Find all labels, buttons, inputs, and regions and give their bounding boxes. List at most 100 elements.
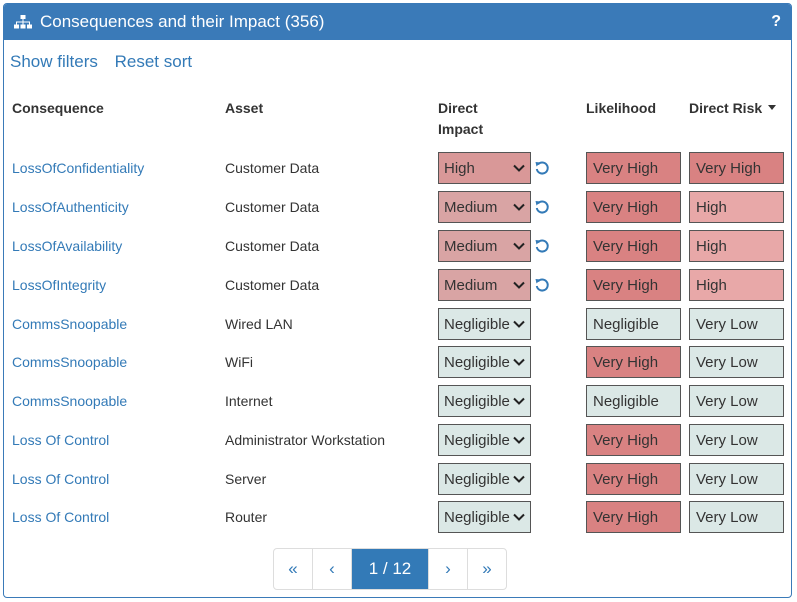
column-header-direct-impact-line1: Direct <box>438 100 478 116</box>
direct-risk-cell: Very Low <box>689 463 784 495</box>
asset-cell: Wired LAN <box>225 316 293 332</box>
table-row: LossOfAuthenticity Customer Data Medium Ver… <box>4 191 791 225</box>
consequence-link[interactable]: LossOfIntegrity <box>12 277 106 293</box>
show-filters-link[interactable]: Show filters <box>10 52 98 71</box>
undo-icon[interactable] <box>534 277 550 293</box>
table-row: CommsSnoopable Wired LAN Negligible Negligi… <box>4 308 791 342</box>
likelihood-cell: Negligible <box>586 385 681 417</box>
direct-impact-select[interactable]: Negligible <box>438 346 531 378</box>
undo-icon[interactable] <box>534 160 550 176</box>
next-page-button[interactable]: › <box>429 549 468 589</box>
direct-impact-select[interactable]: Medium <box>438 191 531 223</box>
direct-risk-cell: Very Low <box>689 308 784 340</box>
asset-cell: WiFi <box>225 354 253 370</box>
direct-impact-value: Negligible <box>444 470 510 488</box>
undo-icon[interactable] <box>534 238 550 254</box>
pagination: « ‹ 1 / 12 › » <box>273 548 507 590</box>
chevron-down-icon <box>513 475 525 483</box>
table-row: Loss Of Control Router Negligible Very High… <box>4 501 791 535</box>
direct-risk-cell: High <box>689 269 784 301</box>
direct-impact-select[interactable]: Negligible <box>438 463 531 495</box>
direct-impact-value: Medium <box>444 237 498 255</box>
direct-impact-select[interactable]: Negligible <box>438 501 531 533</box>
asset-cell: Router <box>225 509 268 525</box>
direct-risk-cell: Very Low <box>689 501 784 533</box>
likelihood-cell: Very High <box>586 191 681 223</box>
direct-risk-cell: Very Low <box>689 346 784 378</box>
direct-impact-select[interactable]: High <box>438 152 531 184</box>
column-header-direct-impact[interactable]: Direct Impact <box>438 98 483 140</box>
direct-impact-value: Negligible <box>444 315 510 333</box>
panel-title: Consequences and their Impact (356) <box>40 12 325 31</box>
likelihood-cell: Very High <box>586 269 681 301</box>
chevron-down-icon <box>513 203 525 211</box>
first-page-button[interactable]: « <box>274 549 313 589</box>
asset-cell: Administrator Workstation <box>225 432 386 448</box>
direct-impact-value: Negligible <box>444 431 510 449</box>
asset-cell: Server <box>225 471 267 487</box>
current-page-indicator: 1 / 12 <box>352 549 429 589</box>
chevron-down-icon <box>513 397 525 405</box>
likelihood-cell: Negligible <box>586 308 681 340</box>
table-row: LossOfConfidentiality Customer Data High Ve… <box>4 152 791 186</box>
consequence-link[interactable]: Loss Of Control <box>12 432 109 448</box>
likelihood-cell: Very High <box>586 424 681 456</box>
likelihood-cell: Very High <box>586 230 681 262</box>
direct-impact-value: Negligible <box>444 508 510 526</box>
chevron-down-icon <box>513 281 525 289</box>
consequence-link[interactable]: LossOfConfidentiality <box>12 160 144 176</box>
undo-icon[interactable] <box>534 199 550 215</box>
panel-header: Consequences and their Impact (356) ? <box>4 4 791 40</box>
direct-impact-value: Negligible <box>444 392 510 410</box>
table-row: LossOfIntegrity Customer Data Medium Very H… <box>4 269 791 303</box>
chevron-down-icon <box>513 164 525 172</box>
help-button[interactable]: ? <box>771 13 781 31</box>
direct-impact-select[interactable]: Negligible <box>438 385 531 417</box>
consequence-link[interactable]: CommsSnoopable <box>12 354 127 370</box>
asset-cell: Customer Data <box>225 160 320 176</box>
consequence-link[interactable]: Loss Of Control <box>12 509 109 525</box>
likelihood-cell: Very High <box>586 501 681 533</box>
asset-cell: Customer Data <box>225 199 320 215</box>
chevron-down-icon <box>513 320 525 328</box>
prev-page-button[interactable]: ‹ <box>313 549 352 589</box>
direct-impact-select[interactable]: Negligible <box>438 424 531 456</box>
column-header-direct-risk-label: Direct Risk <box>689 100 763 116</box>
direct-risk-cell: Very Low <box>689 385 784 417</box>
reset-sort-link[interactable]: Reset sort <box>115 52 192 71</box>
direct-impact-select[interactable]: Medium <box>438 230 531 262</box>
column-header-likelihood[interactable]: Likelihood <box>586 98 656 119</box>
chevron-down-icon <box>513 513 525 521</box>
direct-risk-cell: High <box>689 191 784 223</box>
consequence-link[interactable]: CommsSnoopable <box>12 316 127 332</box>
column-header-direct-impact-line2: Impact <box>438 121 484 137</box>
consequence-link[interactable]: Loss Of Control <box>12 471 109 487</box>
consequence-link[interactable]: CommsSnoopable <box>12 393 127 409</box>
direct-impact-value: Medium <box>444 276 498 294</box>
last-page-button[interactable]: » <box>468 549 506 589</box>
consequence-link[interactable]: LossOfAvailability <box>12 238 122 254</box>
likelihood-cell: Very High <box>586 152 681 184</box>
sitemap-icon <box>14 15 32 29</box>
column-header-asset[interactable]: Asset <box>225 98 263 119</box>
consequences-panel: Consequences and their Impact (356) ? Sh… <box>3 3 792 598</box>
direct-impact-value: Medium <box>444 198 498 216</box>
column-header-direct-risk[interactable]: Direct Risk <box>689 98 777 119</box>
asset-cell: Customer Data <box>225 238 320 254</box>
direct-risk-cell: High <box>689 230 784 262</box>
table-row: Loss Of Control Administrator Workstation… <box>4 424 791 458</box>
direct-impact-value: High <box>444 159 475 177</box>
column-header-consequence[interactable]: Consequence <box>12 98 104 119</box>
direct-risk-cell: Very High <box>689 152 784 184</box>
direct-impact-value: Negligible <box>444 353 510 371</box>
chevron-down-icon <box>513 358 525 366</box>
direct-impact-select[interactable]: Medium <box>438 269 531 301</box>
consequence-link[interactable]: LossOfAuthenticity <box>12 199 129 215</box>
asset-cell: Customer Data <box>225 277 320 293</box>
chevron-down-icon <box>513 242 525 250</box>
table-toolbar: Show filters Reset sort <box>10 52 204 72</box>
chevron-down-icon <box>513 436 525 444</box>
table-row: Loss Of Control Server Negligible Very High… <box>4 463 791 497</box>
direct-impact-select[interactable]: Negligible <box>438 308 531 340</box>
sort-desc-icon <box>768 104 777 110</box>
